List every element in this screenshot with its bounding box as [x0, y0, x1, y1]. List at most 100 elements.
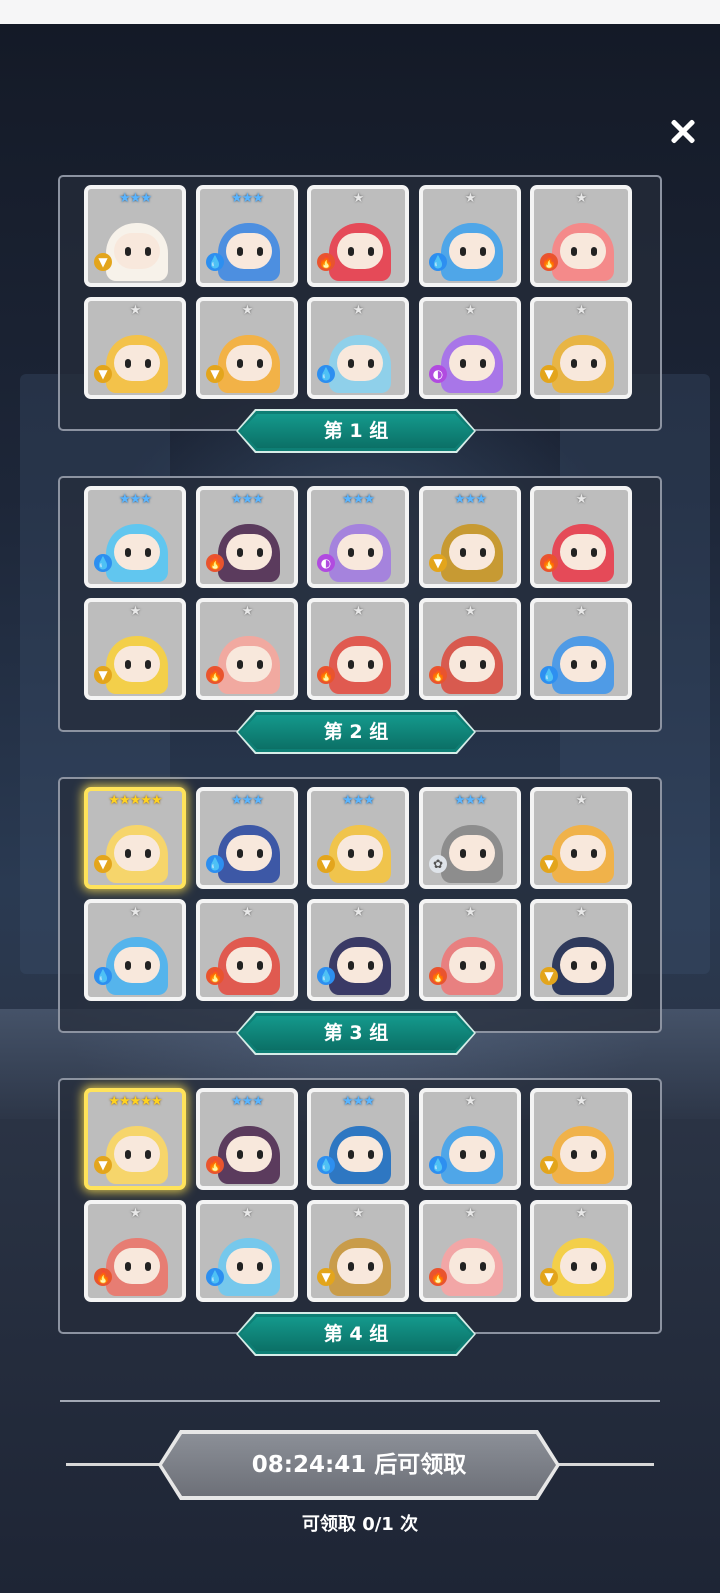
hero-eye — [480, 247, 486, 256]
hero-eye — [480, 849, 486, 858]
group-label-text: 第 3 组 — [323, 1022, 389, 1044]
hero-card[interactable]: ★ ▼ — [530, 297, 632, 399]
hero-eye — [480, 548, 486, 557]
star-rating: ★ — [129, 1206, 142, 1221]
hero-card[interactable]: ★★★ ✿ — [419, 787, 521, 889]
hero-card[interactable]: ★★★ 💧 — [196, 185, 298, 287]
hero-card[interactable]: ★ ▼ — [84, 297, 186, 399]
hero-slots-grid: ★★★★★ ▼ ★★★ 🔥 ★★★ 💧 ★ 💧 ★ ▼ ★ 🔥 ★ 💧 ★ ▼ ★ 🔥 ★ ▼ — [84, 1088, 632, 1306]
hero-card[interactable]: ★ ▼ — [530, 1200, 632, 1302]
hero-card[interactable]: ★ 🔥 — [196, 598, 298, 700]
hero-eye — [125, 1150, 131, 1159]
hero-card[interactable]: ★ 🔥 — [84, 1200, 186, 1302]
hero-face — [226, 646, 272, 682]
hero-card[interactable]: ★ 🔥 — [307, 185, 409, 287]
hero-card[interactable]: ★ 💧 — [530, 598, 632, 700]
hero-face — [114, 233, 160, 269]
hero-eye — [348, 247, 354, 256]
dark-element-icon: ◐ — [429, 365, 447, 383]
hero-eye — [368, 247, 374, 256]
hero-card[interactable]: ★★★ 🔥 — [196, 1088, 298, 1190]
hero-face — [114, 345, 160, 381]
hero-eye — [145, 1262, 151, 1271]
hero-card[interactable]: ★★★ ▼ — [84, 185, 186, 287]
star-rating: ★ — [352, 1206, 365, 1221]
hero-card[interactable]: ★★★ ◐ — [307, 486, 409, 588]
star-rating: ★ — [241, 604, 254, 619]
hero-card[interactable]: ★ ▼ — [530, 787, 632, 889]
hero-eye — [257, 1262, 263, 1271]
hero-face — [337, 534, 383, 570]
hero-face — [560, 947, 606, 983]
hero-card[interactable]: ★★★ ▼ — [307, 787, 409, 889]
hero-eye — [125, 660, 131, 669]
hero-card[interactable]: ★ 🔥 — [196, 899, 298, 1001]
hero-card[interactable]: ★ 🔥 — [530, 185, 632, 287]
star-rating: ★★★ — [231, 793, 264, 808]
hero-card[interactable]: ★ 💧 — [196, 1200, 298, 1302]
hero-eye — [237, 1262, 243, 1271]
star-rating: ★ — [129, 905, 142, 920]
star-rating: ★ — [464, 1094, 477, 1109]
hero-face — [337, 233, 383, 269]
hero-face — [449, 534, 495, 570]
hero-eye — [368, 1262, 374, 1271]
hero-card[interactable]: ★ 🔥 — [419, 1200, 521, 1302]
star-rating: ★ — [464, 191, 477, 206]
earth-element-icon: ▼ — [540, 1156, 558, 1174]
hero-card[interactable]: ★ 🔥 — [419, 899, 521, 1001]
hero-eye — [125, 247, 131, 256]
hero-card[interactable]: ★★★ 🔥 — [196, 486, 298, 588]
hero-card[interactable]: ★ 🔥 — [307, 598, 409, 700]
hero-eye — [348, 961, 354, 970]
hero-card[interactable]: ★ ▼ — [196, 297, 298, 399]
hero-card[interactable]: ★★★ ▼ — [419, 486, 521, 588]
hero-group-panel: ★★★ ▼ ★★★ 💧 ★ 🔥 ★ 💧 ★ 🔥 ★ ▼ ★ ▼ ★ 💧 ★ ◐ ★ ▼ 第 1 组 — [58, 175, 662, 453]
hero-eye — [257, 247, 263, 256]
hero-eye — [460, 548, 466, 557]
hero-card[interactable]: ★ 🔥 — [419, 598, 521, 700]
hero-eye — [480, 961, 486, 970]
hero-face — [337, 646, 383, 682]
hero-eye — [145, 849, 151, 858]
hero-eye — [571, 660, 577, 669]
hero-card[interactable]: ★★★★★ ▼ — [84, 1088, 186, 1190]
hero-eye — [571, 548, 577, 557]
hero-card[interactable]: ★ ▼ — [84, 598, 186, 700]
hero-face — [337, 835, 383, 871]
hero-eye — [460, 1150, 466, 1159]
fire-element-icon: 🔥 — [429, 1268, 447, 1286]
star-rating: ★★★ — [454, 793, 487, 808]
hero-card[interactable]: ★ 💧 — [419, 1088, 521, 1190]
hero-face — [226, 1136, 272, 1172]
hero-face — [449, 646, 495, 682]
hero-face — [226, 534, 272, 570]
star-rating: ★ — [129, 303, 142, 318]
hero-face — [226, 345, 272, 381]
star-rating: ★ — [575, 1094, 588, 1109]
hero-card[interactable]: ★ 💧 — [419, 185, 521, 287]
hero-card[interactable]: ★ 💧 — [307, 297, 409, 399]
hero-card[interactable]: ★ ▼ — [307, 1200, 409, 1302]
water-element-icon: 💧 — [206, 855, 224, 873]
hero-card[interactable]: ★★★★★ ▼ — [84, 787, 186, 889]
hero-card[interactable]: ★ ▼ — [530, 1088, 632, 1190]
hero-card[interactable]: ★ ◐ — [419, 297, 521, 399]
hero-eye — [145, 1150, 151, 1159]
hero-eye — [145, 548, 151, 557]
hero-card[interactable]: ★ 💧 — [307, 899, 409, 1001]
claim-decor-line-left — [66, 1463, 168, 1466]
hero-card[interactable]: ★ 💧 — [84, 899, 186, 1001]
hero-eye — [257, 359, 263, 368]
close-button[interactable] — [664, 112, 704, 152]
hero-card[interactable]: ★★★ 💧 — [84, 486, 186, 588]
hero-card[interactable]: ★ ▼ — [530, 899, 632, 1001]
claim-button[interactable]: 08:24:41 后可领取 — [158, 1430, 560, 1500]
hero-card[interactable]: ★ 🔥 — [530, 486, 632, 588]
fire-element-icon: 🔥 — [206, 1156, 224, 1174]
hero-card[interactable]: ★★★ 💧 — [307, 1088, 409, 1190]
star-rating: ★ — [575, 1206, 588, 1221]
hero-face — [226, 947, 272, 983]
hero-eye — [145, 247, 151, 256]
hero-card[interactable]: ★★★ 💧 — [196, 787, 298, 889]
